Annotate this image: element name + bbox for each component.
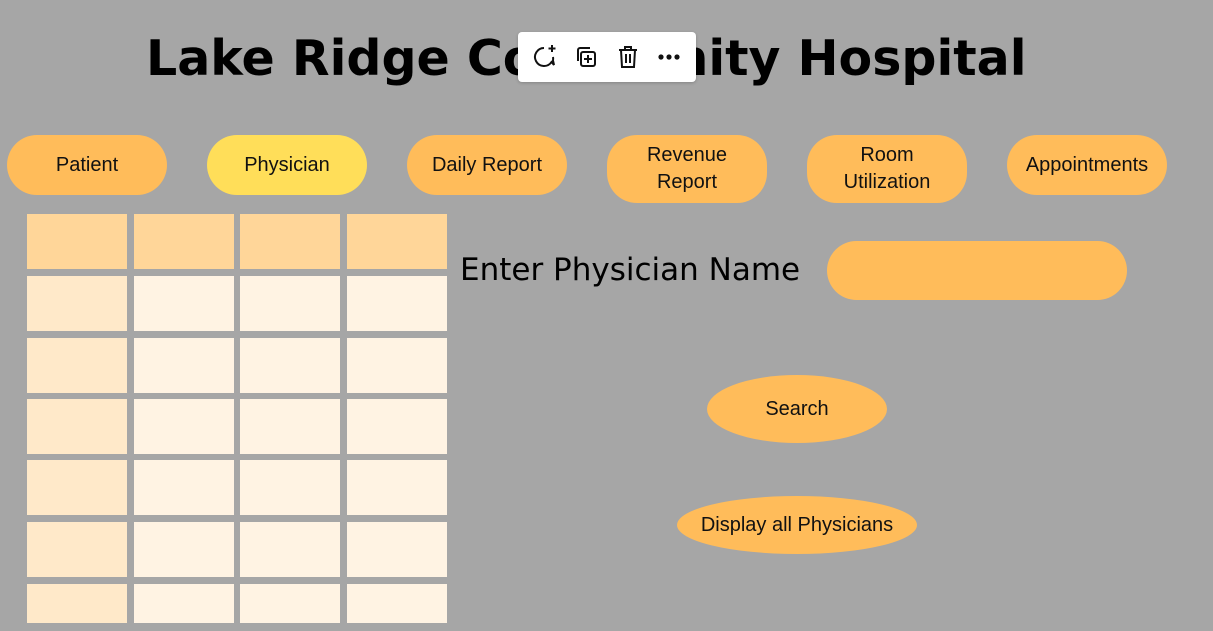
search-button[interactable]: Search [707,375,887,443]
display-all-physicians-button[interactable]: Display all Physicians [677,496,917,554]
table-cell [240,460,340,515]
nav-physician-button[interactable]: Physician [207,135,367,195]
table-cell [240,276,340,331]
more-icon[interactable] [652,40,686,74]
table-cell [134,338,234,393]
table-header-cell [27,214,127,269]
table-cell [27,460,127,515]
table-cell [347,399,447,454]
table-cell [27,522,127,577]
table-cell [347,276,447,331]
table-cell [134,460,234,515]
table-cell [134,522,234,577]
nav-appointments-button[interactable]: Appointments [1007,135,1167,195]
table-cell [347,338,447,393]
physician-table [27,214,447,623]
table-cell [27,399,127,454]
table-cell [134,584,234,623]
table-cell [134,276,234,331]
comment-add-icon[interactable] [528,40,562,74]
floating-toolbar [518,32,696,82]
table-cell [347,460,447,515]
table-cell [347,522,447,577]
nav-daily-report-button[interactable]: Daily Report [407,135,567,195]
table-cell [27,338,127,393]
physician-name-input[interactable] [827,241,1127,300]
table-header-cell [240,214,340,269]
table-cell [347,584,447,623]
table-cell [27,276,127,331]
nav-room-utilization-button[interactable]: Room Utilization [807,135,967,203]
table-header-cell [134,214,234,269]
physician-name-label: Enter Physician Name [460,252,801,288]
table-header-cell [347,214,447,269]
nav-revenue-report-button[interactable]: Revenue Report [607,135,767,203]
trash-icon[interactable] [611,40,645,74]
table-cell [240,338,340,393]
table-cell [134,399,234,454]
table-cell [240,584,340,623]
table-cell [240,399,340,454]
table-cell [240,522,340,577]
duplicate-icon[interactable] [569,40,603,74]
nav-patient-button[interactable]: Patient [7,135,167,195]
table-cell [27,584,127,623]
